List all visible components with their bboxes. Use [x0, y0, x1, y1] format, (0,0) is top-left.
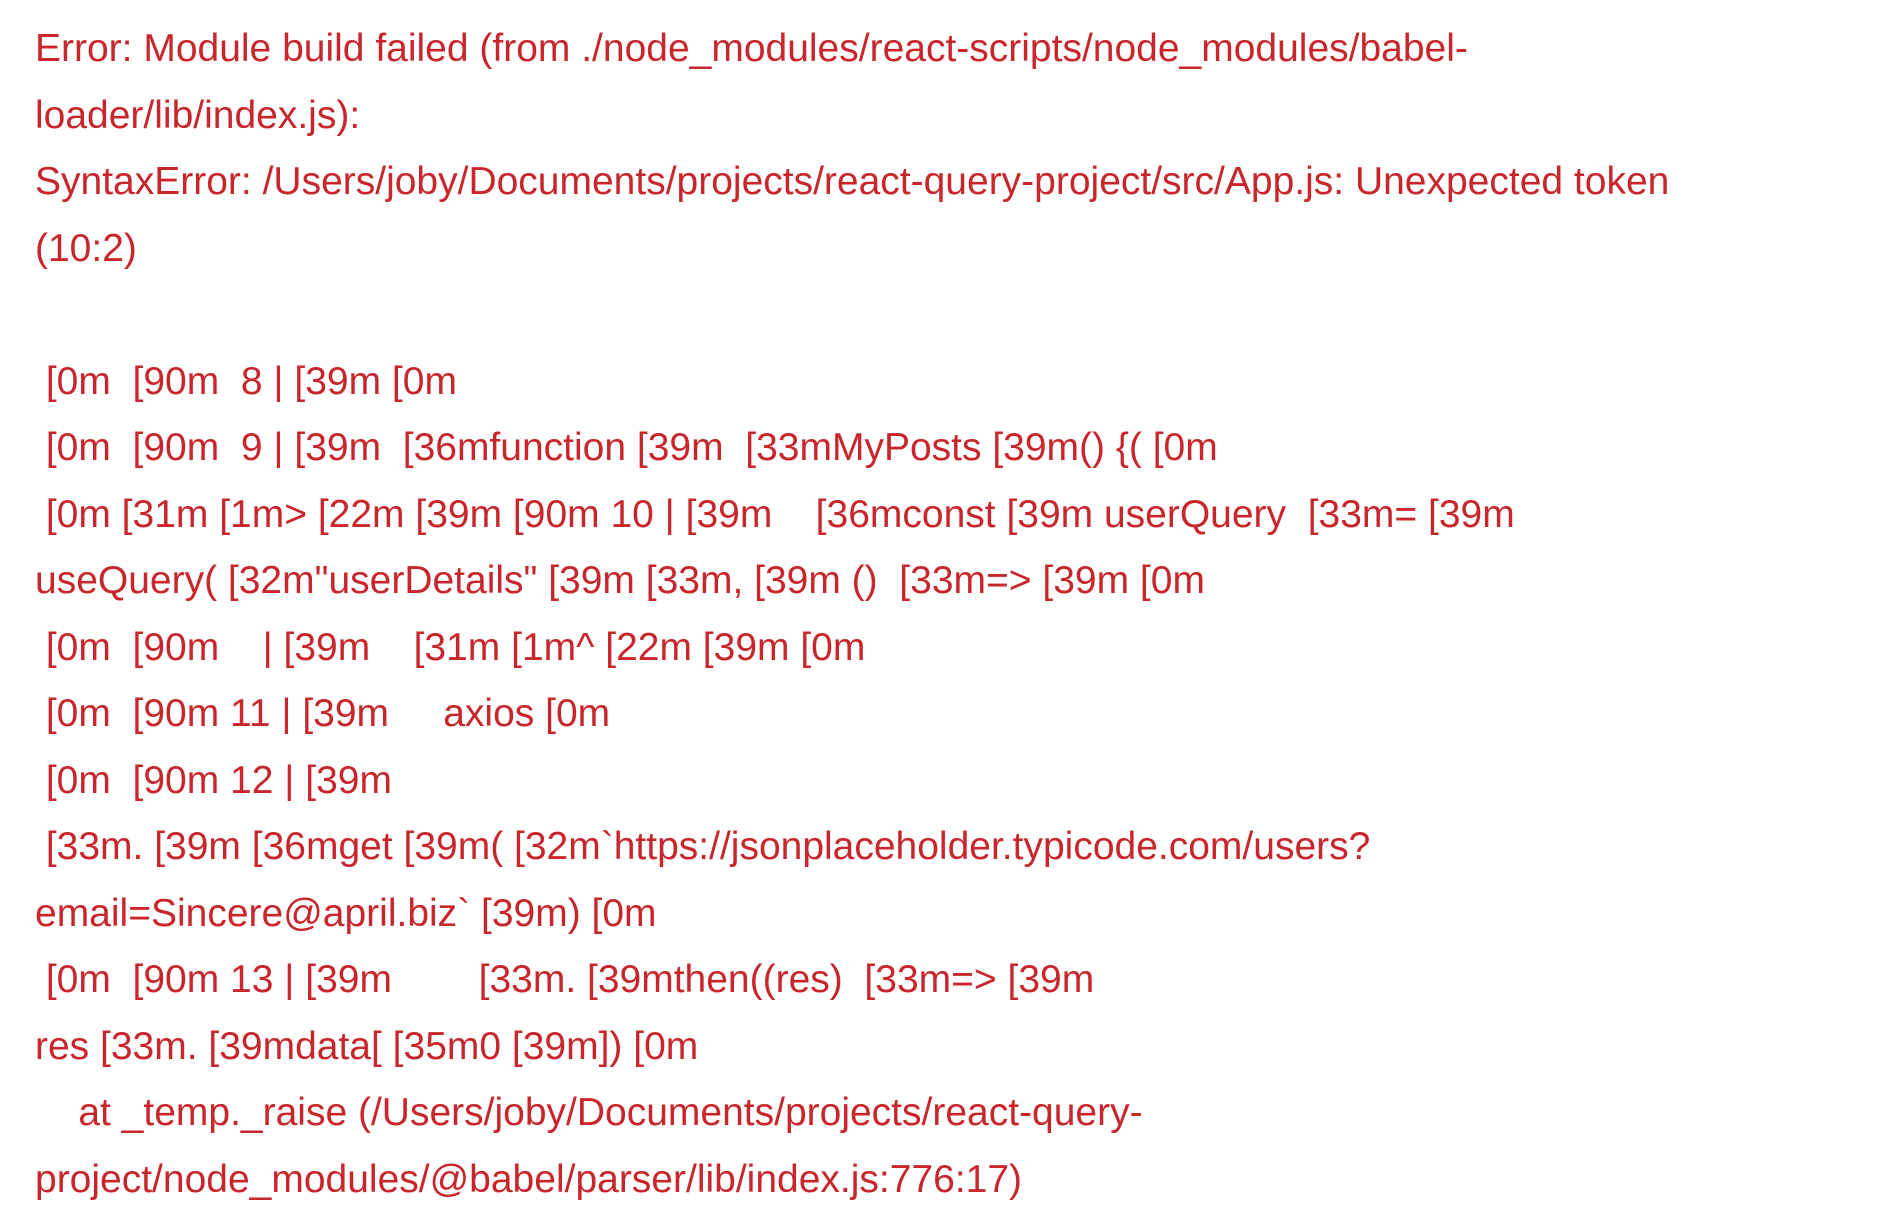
error-line-17: at _temp._raise (/Users/joby/Documents/p… — [35, 1080, 1885, 1147]
error-line-8: [0m [31m [1m> [22m [39m [90m 10 | [39m [… — [35, 482, 1885, 549]
error-line-15: [0m [90m 13 | [39m [33m. [39mthen((res) … — [35, 947, 1885, 1014]
error-line-6: [0m [90m 8 | [39m [0m — [35, 349, 1885, 416]
error-line-2: loader/lib/index.js): — [35, 83, 1885, 150]
error-line-7: [0m [90m 9 | [39m [36mfunction [39m [33m… — [35, 415, 1885, 482]
error-line-16: res [33m. [39mdata[ [35m0 [39m]) [0m — [35, 1014, 1885, 1081]
error-line-4: (10:2) — [35, 216, 1885, 283]
error-message: Error: Module build failed (from ./node_… — [35, 16, 1885, 1213]
error-line-3: SyntaxError: /Users/joby/Documents/proje… — [35, 149, 1885, 216]
error-line-18: project/node_modules/@babel/parser/lib/i… — [35, 1147, 1885, 1213]
error-overlay: Error: Module build failed (from ./node_… — [0, 0, 1902, 1206]
error-line-13: [33m. [39m [36mget [39m( [32m`https://js… — [35, 814, 1885, 881]
error-line-11: [0m [90m 11 | [39m axios [0m — [35, 681, 1885, 748]
error-line-9: useQuery( [32m"userDetails" [39m [33m, [… — [35, 548, 1885, 615]
error-line-1: Error: Module build failed (from ./node_… — [35, 16, 1885, 83]
error-line-14: email=Sincere@april.biz` [39m) [0m — [35, 881, 1885, 948]
error-line-10: [0m [90m | [39m [31m [1m^ [22m [39m [0m — [35, 615, 1885, 682]
error-line-12: [0m [90m 12 | [39m — [35, 748, 1885, 815]
error-line-5 — [35, 282, 1885, 349]
